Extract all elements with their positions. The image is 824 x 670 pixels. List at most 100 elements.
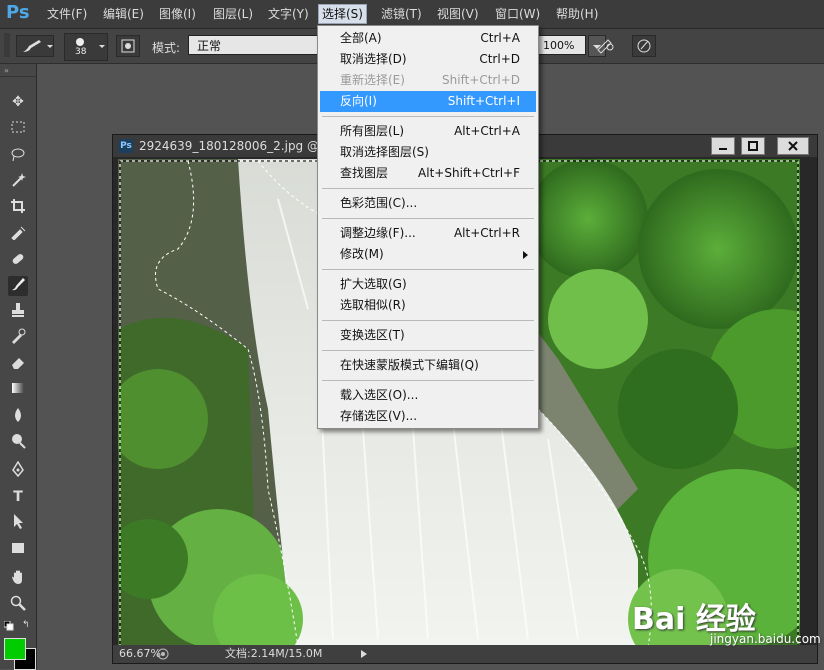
minimize-button[interactable]	[711, 137, 735, 155]
select-menu-item[interactable]: 查找图层 Alt+Shift+Ctrl+F	[320, 163, 536, 184]
menu-item-label: 扩大选取(G)	[340, 277, 407, 291]
maximize-icon	[748, 141, 758, 151]
brush-icon	[23, 40, 53, 52]
toolbox-collapse-icon[interactable]: »	[4, 66, 9, 75]
document-title: 2924639_180128006_2.jpg @ 66	[139, 139, 339, 153]
default-colors-icon[interactable]	[3, 620, 14, 631]
menu-7[interactable]: 视图(V)	[437, 6, 479, 22]
maximize-button[interactable]	[741, 137, 765, 155]
status-info-icon[interactable]	[157, 648, 169, 660]
crop-tool-icon[interactable]	[8, 198, 28, 218]
menu-separator	[322, 269, 534, 270]
menu-item-label: 变换选区(T)	[340, 328, 405, 342]
menu-separator	[322, 380, 534, 381]
select-menu-item[interactable]: 在快速蒙版模式下编辑(Q)	[320, 355, 536, 376]
menu-item-label: 取消选择(D)	[340, 52, 407, 66]
mode-label: 模式:	[152, 41, 181, 55]
rectangle-tool-icon[interactable]	[8, 540, 28, 560]
close-icon	[788, 141, 798, 151]
tool-preset-picker[interactable]	[16, 35, 54, 57]
menu-separator	[322, 116, 534, 117]
gradient-tool-icon[interactable]	[8, 380, 28, 400]
submenu-arrow-icon	[523, 251, 528, 259]
marquee-tool-icon[interactable]	[8, 119, 28, 139]
menu-separator	[322, 188, 534, 189]
document-size: 文档:2.14M/15.0M	[225, 647, 323, 660]
pressure-icon	[637, 39, 651, 53]
photoshop-logo: Ps	[6, 2, 30, 23]
magic-wand-tool-icon[interactable]	[8, 172, 28, 192]
healing-brush-tool-icon[interactable]	[8, 251, 28, 271]
menu-1[interactable]: 编辑(E)	[103, 6, 144, 22]
swap-colors-icon[interactable]: ↰	[22, 620, 32, 630]
pen-tool-icon[interactable]	[8, 460, 28, 481]
zoom-level[interactable]: 66.67%	[119, 645, 161, 663]
menu-item-label: 所有图层(L)	[340, 124, 405, 138]
opacity-value: 100%	[543, 39, 575, 52]
menu-item-shortcut: Ctrl+D	[479, 52, 520, 66]
airbrush-toggle[interactable]	[594, 35, 616, 55]
menu-2[interactable]: 图像(I)	[159, 6, 196, 22]
menu-item-label: 载入选区(O)...	[340, 388, 419, 402]
menu-6[interactable]: 滤镜(T)	[381, 6, 422, 22]
menu-item-label: 反向(I)	[340, 94, 377, 108]
select-menu-item[interactable]: 存储选区(V)...	[320, 406, 536, 427]
status-menu-arrow-icon[interactable]	[359, 648, 369, 660]
lasso-tool-icon[interactable]	[8, 146, 28, 166]
menu-9[interactable]: 帮助(H)	[556, 6, 598, 22]
select-menu-item[interactable]: 色彩范围(C)...	[320, 193, 536, 214]
grip-handle[interactable]	[4, 33, 10, 57]
path-selection-tool-icon[interactable]	[8, 513, 28, 533]
select-menu-item[interactable]: 变换选区(T)	[320, 325, 536, 346]
foreground-color-swatch[interactable]	[4, 638, 26, 660]
select-menu-item[interactable]: 所有图层(L) Alt+Ctrl+A	[320, 121, 536, 142]
close-button[interactable]	[777, 137, 809, 155]
menu-separator	[322, 320, 534, 321]
move-tool-icon[interactable]: ✥	[8, 92, 28, 112]
airbrush-icon	[597, 39, 614, 54]
menu-item-label: 修改(M)	[340, 247, 384, 261]
brush-preset-picker[interactable]: 38	[64, 33, 108, 61]
pressure-toggle[interactable]	[632, 35, 656, 57]
dodge-tool-icon[interactable]	[8, 433, 28, 453]
history-brush-tool-icon[interactable]	[8, 328, 28, 348]
brush-panel-toggle[interactable]	[116, 35, 140, 57]
divider	[0, 76, 36, 77]
select-menu-item[interactable]: 全部(A) Ctrl+A	[320, 28, 536, 49]
blur-tool-icon[interactable]	[8, 407, 28, 427]
select-menu-item[interactable]: 选取相似(R)	[320, 295, 536, 316]
menu-item-label: 查找图层	[340, 166, 389, 180]
zoom-tool-icon[interactable]	[8, 595, 28, 615]
menu-3[interactable]: 图层(L)	[213, 6, 253, 22]
stamp-tool-icon[interactable]	[8, 302, 28, 322]
brush-tool-icon[interactable]	[8, 276, 28, 296]
menu-item-label: 在快速蒙版模式下编辑(Q)	[340, 358, 479, 372]
menu-0[interactable]: 文件(F)	[47, 6, 87, 22]
blend-mode-value: 正常	[197, 39, 222, 53]
select-menu-item[interactable]: 反向(I) Shift+Ctrl+I	[320, 91, 536, 112]
blend-mode-select[interactable]: 正常	[188, 35, 318, 55]
select-menu-item[interactable]: 扩大选取(G)	[320, 274, 536, 295]
menu-4[interactable]: 文字(Y)	[268, 6, 309, 22]
menu-item-label: 存储选区(V)...	[340, 409, 418, 423]
menu-5[interactable]: 选择(S)	[318, 4, 367, 24]
brush-panel-icon	[121, 39, 135, 53]
menu-item-shortcut: Alt+Ctrl+A	[454, 124, 520, 138]
opacity-field[interactable]: 100%	[538, 35, 586, 55]
select-menu-item[interactable]: 载入选区(O)...	[320, 385, 536, 406]
eyedropper-tool-icon[interactable]	[8, 224, 28, 244]
minimize-icon	[719, 148, 727, 150]
menu-8[interactable]: 窗口(W)	[495, 6, 540, 22]
menu-item-label: 选取相似(R)	[340, 298, 406, 312]
select-menu-item[interactable]: 取消选择(D) Ctrl+D	[320, 49, 536, 70]
type-tool-icon[interactable]: T	[8, 487, 28, 507]
hand-tool-icon[interactable]	[8, 569, 28, 589]
select-menu-item[interactable]: 修改(M)	[320, 244, 536, 265]
menu-item-label: 调整边缘(F)...	[340, 226, 416, 240]
select-menu-item: 重新选择(E) Shift+Ctrl+D	[320, 70, 536, 91]
menu-item-shortcut: Alt+Shift+Ctrl+F	[418, 166, 520, 180]
select-menu-item[interactable]: 取消选择图层(S)	[320, 142, 536, 163]
eraser-tool-icon[interactable]	[8, 354, 28, 374]
menu-item-shortcut: Shift+Ctrl+D	[442, 73, 520, 87]
select-menu-item[interactable]: 调整边缘(F)... Alt+Ctrl+R	[320, 223, 536, 244]
